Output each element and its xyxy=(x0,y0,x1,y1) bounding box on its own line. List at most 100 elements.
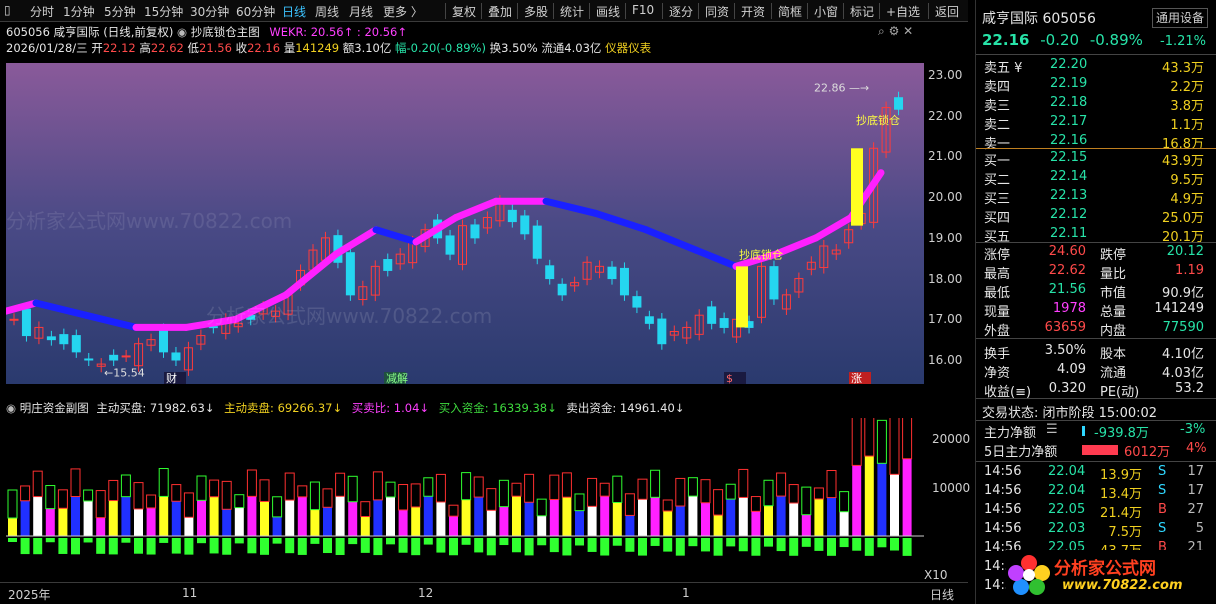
candle-body xyxy=(507,209,517,223)
cell: 13.4万 xyxy=(1100,487,1142,502)
candle-body xyxy=(9,318,19,321)
search-icon[interactable]: ⌕ xyxy=(878,24,885,38)
cell: 1978 xyxy=(1052,301,1086,316)
button-by-minute[interactable]: 逐分 xyxy=(662,3,693,19)
cell: 卖二 xyxy=(984,118,1011,133)
fund-bar xyxy=(713,515,723,536)
sidebar-toggle-icon[interactable]: ▯ xyxy=(4,3,11,19)
fund-bar xyxy=(461,499,471,536)
fund-outline-bar xyxy=(750,496,761,512)
fund-outline-bar xyxy=(95,490,106,519)
button-fuquan[interactable]: 复权 xyxy=(445,3,476,19)
fund-neg-bar xyxy=(726,538,736,547)
fund-bar xyxy=(890,474,899,536)
fund-neg-bar xyxy=(272,538,282,544)
settings-icon[interactable]: ⚙ xyxy=(889,24,900,38)
five-day-bar xyxy=(1082,445,1118,455)
sector-button[interactable]: 通用设备 xyxy=(1152,8,1208,28)
cell: 5 xyxy=(1195,521,1204,536)
quote-stock-name: 咸亨国际 xyxy=(982,11,1038,27)
quote-panel: 咸亨国际 605056 通用设备 22.16 -0.20 -0.89% -1.2… xyxy=(975,0,1216,604)
fund-bar xyxy=(877,463,887,536)
fund-outline-bar xyxy=(83,489,94,502)
main-flow-value: -939.8万 xyxy=(1094,426,1149,441)
sell-level: 卖五 ¥ 22.20 43.3万 xyxy=(984,57,1206,76)
fund-outline-bar xyxy=(599,482,610,497)
cell: 63659 xyxy=(1044,320,1086,335)
x-label-dec: 12 xyxy=(418,586,434,600)
cell: 13.9万 xyxy=(1100,468,1142,483)
fund-bar xyxy=(360,516,370,536)
candle-body xyxy=(520,215,530,235)
cell: 股本 xyxy=(1100,347,1127,362)
fund-bar xyxy=(209,496,219,536)
tab-60min[interactable]: 60分钟 xyxy=(236,3,275,19)
low-label: 低 xyxy=(187,41,200,55)
fund-neg-bar xyxy=(751,538,761,556)
fund-outline-bar xyxy=(637,478,648,500)
fund-bar xyxy=(537,515,547,536)
fund-flow-chart[interactable] xyxy=(6,418,924,578)
fund-outline-bar xyxy=(612,475,623,503)
fund-outline-bar xyxy=(687,477,698,497)
sub-indicator-icon[interactable]: ◉ xyxy=(6,401,16,415)
button-simple-frame[interactable]: 简框 xyxy=(771,3,802,19)
tab-daily[interactable]: 日线 xyxy=(282,3,306,19)
fund-bar xyxy=(474,497,484,536)
fund-outline-bar xyxy=(776,472,787,497)
button-stats[interactable]: 统计 xyxy=(553,3,584,19)
fund-bar xyxy=(423,496,433,536)
fund-outline-bar xyxy=(410,483,421,508)
fund-neg-bar xyxy=(902,538,912,556)
tab-5min[interactable]: 5分钟 xyxy=(104,3,136,19)
fund-outline-bar xyxy=(473,476,484,498)
sell-level: 卖二 22.17 1.1万 xyxy=(984,114,1206,133)
button-multi-stock[interactable]: 多股 xyxy=(517,3,548,19)
tab-monthly[interactable]: 月线 xyxy=(349,3,373,19)
button-mark[interactable]: 标记 xyxy=(843,3,874,19)
button-overlay[interactable]: 叠加 xyxy=(481,3,512,19)
cell: 25.0万 xyxy=(1162,211,1204,226)
button-add-favorite[interactable]: +自选 xyxy=(879,3,920,19)
industry-tag[interactable]: 仪器仪表 xyxy=(605,41,651,55)
tab-30min[interactable]: 30分钟 xyxy=(190,3,229,19)
close-icon[interactable]: ✕ xyxy=(903,24,913,38)
fund-neg-bar xyxy=(562,538,572,556)
fund-neg-bar xyxy=(864,538,874,556)
indicator-dropdown-icon[interactable]: ◉ xyxy=(177,25,187,39)
button-f10[interactable]: F10 xyxy=(625,3,654,19)
button-same-asset[interactable]: 同资 xyxy=(698,3,729,19)
cell: 外盘 xyxy=(984,324,1011,339)
fund-outline-bar xyxy=(549,474,560,500)
fund-neg-bar xyxy=(688,538,698,547)
tab-fenshi[interactable]: 分时 xyxy=(30,3,54,19)
list-icon[interactable]: ☰ xyxy=(1046,422,1058,437)
button-draw-line[interactable]: 画线 xyxy=(589,3,620,19)
stat-row: 最低 21.56 市值 90.9亿 xyxy=(984,282,1206,301)
logo-url: www.70822.com xyxy=(1062,578,1183,593)
cell: 22.05 xyxy=(1048,502,1086,517)
fund-neg-bar xyxy=(423,538,433,545)
cell: 22.19 xyxy=(1050,76,1088,91)
button-open-asset[interactable]: 开资 xyxy=(734,3,765,19)
sub-indicator-title[interactable]: 明庄资金副图 xyxy=(20,401,89,415)
high-label: 高 xyxy=(139,41,151,55)
button-small-window[interactable]: 小窗 xyxy=(807,3,838,19)
tab-more[interactable]: 更多 〉 xyxy=(383,3,423,19)
button-back[interactable]: 返回 xyxy=(928,3,959,19)
signal-label: 抄底锁仓 xyxy=(739,247,783,261)
candlestick-chart[interactable]: 抄底锁仓抄底锁仓22.86 —→←15.54分析家公式网www.70822.co… xyxy=(6,63,924,384)
indicator-name[interactable]: 抄底锁仓主图 xyxy=(191,25,260,39)
tab-15min[interactable]: 15分钟 xyxy=(144,3,183,19)
tab-weekly[interactable]: 周线 xyxy=(315,3,339,19)
price-tick: 18.00 xyxy=(928,271,963,286)
price-tick: 23.00 xyxy=(928,68,963,82)
tab-1min[interactable]: 1分钟 xyxy=(63,3,95,19)
cell: 22.18 xyxy=(1050,95,1088,110)
fund-bar xyxy=(411,506,421,536)
change-value: 幅-0.20(-0.89%) xyxy=(395,41,486,55)
fund-outline-bar xyxy=(259,479,270,502)
logo-title: 分析家公式网 xyxy=(1054,559,1156,579)
candle-body xyxy=(657,318,667,345)
period-label[interactable]: 日线 xyxy=(930,586,954,603)
